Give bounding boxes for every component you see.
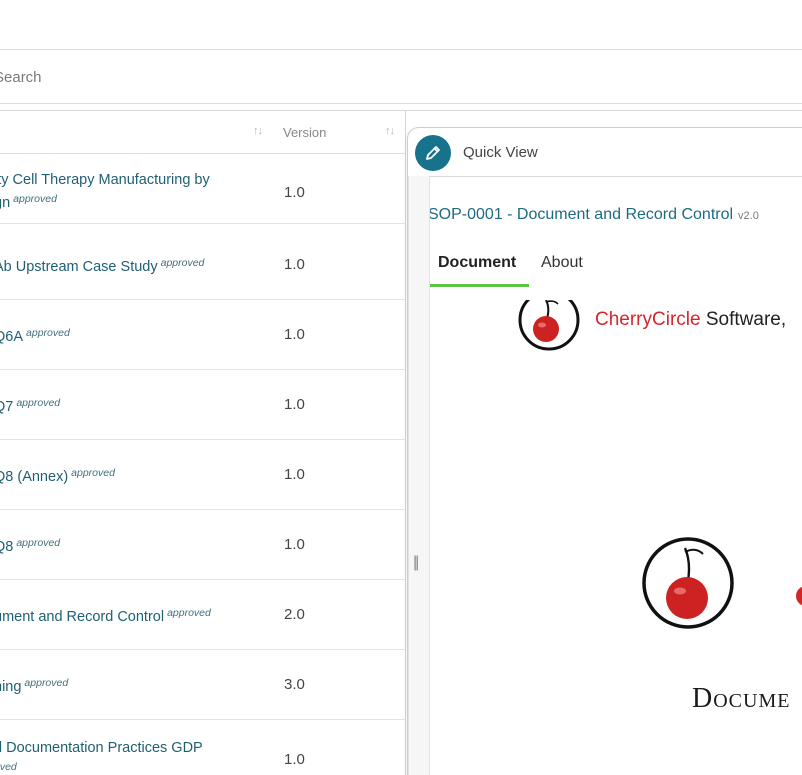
table-row[interactable]: Q6Aapproved 1.0 bbox=[0, 300, 406, 370]
status-badge: approved bbox=[160, 257, 205, 269]
table-row[interactable]: Q7approved 1.0 bbox=[0, 370, 406, 440]
document-title-link[interactable]: d Documentation Practices GDP oved bbox=[0, 739, 256, 775]
document-preview: CherryCircle Software, Docume bbox=[430, 300, 802, 775]
document-title-link[interactable]: Ab Upstream Case Study approved bbox=[0, 254, 256, 277]
document-title: SOP-0001 - Document and Record Control v2… bbox=[428, 206, 759, 223]
cherry-logo-icon bbox=[518, 300, 580, 351]
table-header: ↑↓ Version ↑↓ bbox=[0, 111, 406, 154]
sort-icon[interactable]: ↑↓ bbox=[385, 125, 395, 137]
status-badge: oved bbox=[0, 761, 17, 773]
table-row[interactable]: Ab Upstream Case Study approved 1.0 bbox=[0, 230, 406, 300]
version-value: 1.0 bbox=[284, 536, 305, 553]
brand-dot bbox=[796, 586, 802, 606]
table-row[interactable]: ument and Record Control approved 2.0 bbox=[0, 580, 406, 650]
pencil-icon bbox=[426, 146, 440, 160]
document-title-link[interactable]: ity Cell Therapy Manufacturing by gnappr… bbox=[0, 171, 256, 213]
active-tab-indicator bbox=[428, 284, 529, 287]
document-title-link[interactable]: Q6Aapproved bbox=[0, 324, 256, 347]
version-value: 1.0 bbox=[284, 184, 305, 201]
version-label: v2.0 bbox=[738, 210, 759, 222]
document-list: ↑↓ Version ↑↓ ity Cell Therapy Manufactu… bbox=[0, 111, 406, 775]
table-row[interactable]: Q8 (Annex) approved 1.0 bbox=[0, 440, 406, 510]
tab-about[interactable]: About bbox=[541, 254, 583, 272]
version-value: 1.0 bbox=[284, 751, 305, 768]
search-bar bbox=[0, 52, 802, 104]
quick-view-label: Quick View bbox=[463, 144, 538, 161]
table-row[interactable]: ningapproved 3.0 bbox=[0, 650, 406, 720]
version-value: 1.0 bbox=[284, 256, 305, 273]
table-row[interactable]: d Documentation Practices GDP oved 1.0 bbox=[0, 720, 406, 775]
document-title-link[interactable]: ningapproved bbox=[0, 674, 256, 697]
top-divider bbox=[0, 49, 802, 50]
brand-name: CherryCircle Software, bbox=[595, 309, 787, 330]
document-title-link[interactable]: Q8 (Annex) approved bbox=[0, 464, 256, 487]
panel-splitter[interactable] bbox=[408, 176, 430, 775]
version-value: 1.0 bbox=[284, 326, 305, 343]
status-badge: approved bbox=[13, 193, 57, 205]
document-title-link[interactable]: ument and Record Control approved bbox=[0, 604, 256, 627]
table-row[interactable]: Q8approved 1.0 bbox=[0, 510, 406, 580]
document-heading: Docume bbox=[692, 683, 791, 714]
document-title-link[interactable]: Q7approved bbox=[0, 394, 256, 417]
search-input[interactable] bbox=[0, 52, 776, 102]
edit-button[interactable] bbox=[415, 135, 451, 171]
version-value: 2.0 bbox=[284, 606, 305, 623]
version-value: 1.0 bbox=[284, 396, 305, 413]
status-badge: approved bbox=[24, 677, 69, 689]
status-badge: approved bbox=[71, 467, 115, 479]
quick-view-header: Quick View bbox=[408, 128, 802, 177]
splitter-grip-icon[interactable]: || bbox=[413, 554, 419, 572]
tab-document[interactable]: Document bbox=[438, 254, 516, 272]
version-value: 3.0 bbox=[284, 676, 305, 693]
table-row[interactable]: ity Cell Therapy Manufacturing by gnappr… bbox=[0, 154, 406, 224]
document-title-link[interactable]: Q8approved bbox=[0, 534, 256, 557]
version-value: 1.0 bbox=[284, 466, 305, 483]
status-badge: approved bbox=[16, 537, 61, 549]
version-column-header[interactable]: Version bbox=[283, 125, 326, 140]
cherry-logo-icon bbox=[642, 537, 734, 629]
status-badge: approved bbox=[167, 607, 211, 619]
status-badge: approved bbox=[16, 397, 61, 409]
sort-icon[interactable]: ↑↓ bbox=[253, 125, 263, 137]
status-badge: approved bbox=[26, 327, 70, 339]
